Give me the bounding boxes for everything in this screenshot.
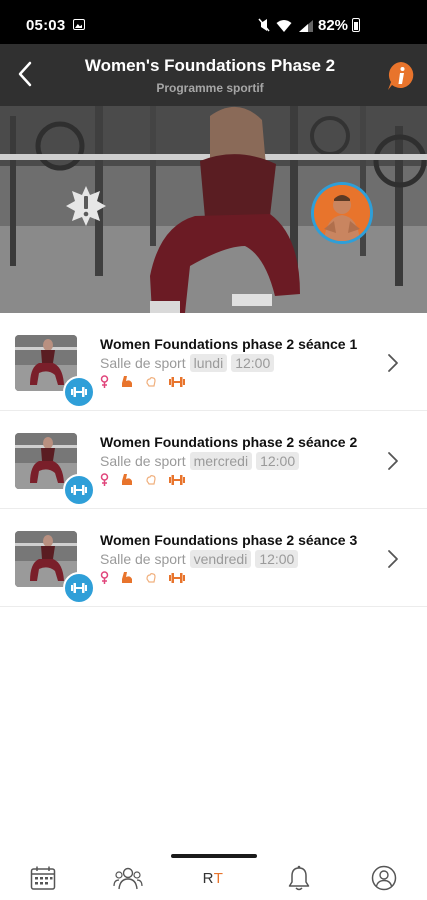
- bottom-navigation: RT: [0, 858, 427, 900]
- female-icon: [100, 473, 109, 486]
- coach-photo: [314, 185, 370, 241]
- session-row[interactable]: Women Foundations phase 2 séance 2 Salle…: [0, 411, 427, 509]
- session-day: lundi: [189, 354, 228, 372]
- session-tags: [100, 571, 185, 584]
- nav-calendar[interactable]: [23, 860, 63, 896]
- female-icon: [100, 571, 109, 584]
- mute-icon: [258, 18, 270, 32]
- nav-home-rt[interactable]: RT: [193, 860, 233, 896]
- battery-icon: [352, 18, 360, 32]
- arm-muscle-icon: [122, 474, 132, 485]
- top-app-bar: Women's Foundations Phase 2 Programme sp…: [0, 44, 427, 106]
- alert-badge-icon[interactable]: [65, 185, 107, 227]
- status-bar: 05:03 82%: [0, 0, 427, 44]
- session-location: Salle de sport: [100, 551, 186, 567]
- back-button[interactable]: [12, 58, 38, 90]
- session-meta: Salle de sport mercredi 12:00: [100, 452, 300, 470]
- status-time: 05:03: [26, 17, 66, 34]
- dumbbell-icon: [71, 387, 87, 397]
- session-list: Women Foundations phase 2 séance 1 Salle…: [0, 313, 427, 607]
- session-time: 12:00: [255, 550, 299, 568]
- arm-muscle-icon: [122, 376, 132, 387]
- rt-logo: RT: [203, 870, 224, 887]
- session-time: 12:00: [256, 452, 300, 470]
- info-button[interactable]: [386, 60, 416, 92]
- system-icons: [258, 18, 314, 32]
- back-arrow-icon: [18, 61, 32, 87]
- dumbbell-badge: [63, 376, 95, 408]
- info-icon: [388, 62, 414, 90]
- session-location: Salle de sport: [100, 453, 186, 469]
- dumbbell-icon: [71, 583, 87, 593]
- dumbbell-icon: [169, 376, 185, 387]
- nav-notifications[interactable]: [279, 860, 319, 896]
- hand-icon: [146, 572, 156, 583]
- arm-muscle-icon: [122, 572, 132, 583]
- chevron-right-icon: [388, 550, 398, 568]
- page-title: Women's Foundations Phase 2: [84, 56, 336, 75]
- dumbbell-icon: [71, 485, 87, 495]
- dumbbell-badge: [63, 474, 95, 506]
- session-title: Women Foundations phase 2 séance 2: [100, 434, 358, 450]
- nav-profile[interactable]: [364, 860, 404, 896]
- session-time: 12:00: [231, 354, 275, 372]
- session-meta: Salle de sport vendredi 12:00: [100, 550, 299, 568]
- chevron-right-icon: [388, 452, 398, 470]
- session-location: Salle de sport: [100, 355, 186, 371]
- session-meta: Salle de sport lundi 12:00: [100, 354, 275, 372]
- nav-community[interactable]: [108, 860, 148, 896]
- bell-icon: [288, 865, 310, 891]
- calendar-icon: [30, 866, 56, 890]
- session-title: Women Foundations phase 2 séance 1: [100, 336, 358, 352]
- female-icon: [100, 375, 109, 388]
- dumbbell-icon: [169, 474, 185, 485]
- hand-icon: [146, 376, 156, 387]
- page-subtitle: Programme sportif: [156, 81, 264, 95]
- profile-icon: [371, 865, 397, 891]
- battery-percent: 82%: [318, 17, 349, 34]
- dumbbell-badge: [63, 572, 95, 604]
- session-tags: [100, 473, 185, 486]
- chevron-right-icon: [388, 354, 398, 372]
- session-tags: [100, 375, 185, 388]
- group-icon: [113, 867, 143, 890]
- session-title: Women Foundations phase 2 séance 3: [100, 532, 358, 548]
- rt-logo-r: R: [202, 869, 214, 887]
- wifi-icon: [276, 19, 292, 32]
- session-day: vendredi: [189, 550, 252, 568]
- session-row[interactable]: Women Foundations phase 2 séance 1 Salle…: [0, 313, 427, 411]
- coach-avatar[interactable]: [311, 182, 373, 244]
- session-day: mercredi: [189, 452, 253, 470]
- rt-logo-t: T: [213, 869, 224, 887]
- hand-icon: [146, 474, 156, 485]
- session-row[interactable]: Women Foundations phase 2 séance 3 Salle…: [0, 509, 427, 607]
- image-notification-icon: [73, 19, 85, 30]
- dumbbell-icon: [169, 572, 185, 583]
- signal-icon: [299, 19, 313, 32]
